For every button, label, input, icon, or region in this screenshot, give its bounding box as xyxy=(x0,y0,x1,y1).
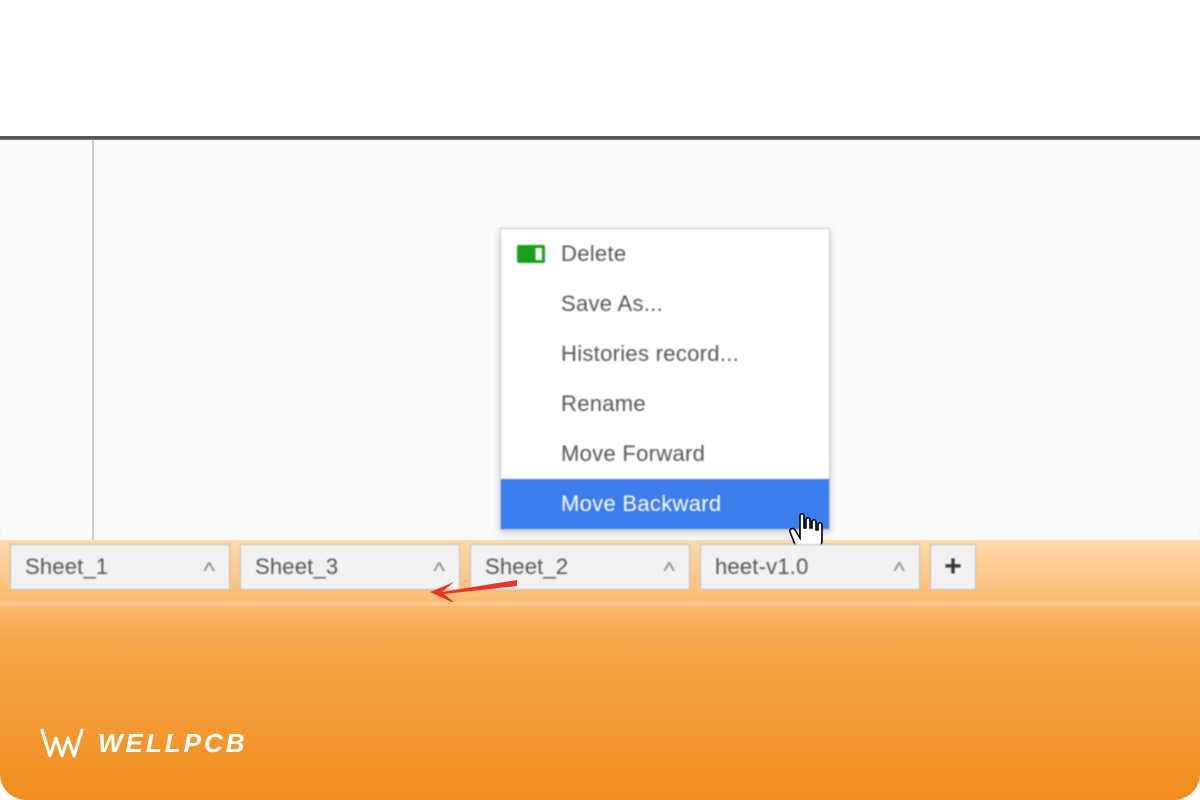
screenshot-card: Delete Save As... Histories record... Re… xyxy=(0,0,1200,800)
sheet-tab-label: Sheet_3 xyxy=(255,554,338,580)
sheet-tab-bar: Sheet_1 ˄ Sheet_3 ˄ Sheet_2 ˄ heet-v1.0 … xyxy=(10,544,976,590)
menu-item-label: Delete xyxy=(561,241,626,267)
menu-item-label: Histories record... xyxy=(561,341,739,367)
vertical-guide xyxy=(92,140,94,540)
sheet-tab-v1[interactable]: heet-v1.0 ˄ xyxy=(700,544,920,590)
menu-item-delete[interactable]: Delete xyxy=(501,229,829,279)
wellpcb-logo-icon xyxy=(40,726,84,760)
menu-item-label: Save As... xyxy=(561,291,663,317)
header-blank-area xyxy=(0,0,1200,136)
brand-text: WELLPCB xyxy=(98,728,248,759)
sheet-tab-3[interactable]: Sheet_3 ˄ xyxy=(240,544,460,590)
sheet-tab-2[interactable]: Sheet_2 ˄ xyxy=(470,544,690,590)
add-label: + xyxy=(944,550,962,584)
menu-item-label: Move Forward xyxy=(561,441,705,467)
sheet-tab-label: Sheet_2 xyxy=(485,554,568,580)
chevron-up-icon: ˄ xyxy=(203,557,217,578)
bottom-divider xyxy=(0,602,1200,606)
chevron-up-icon: ˄ xyxy=(663,557,677,578)
menu-item-histories-record[interactable]: Histories record... xyxy=(501,329,829,379)
sheet-tab-1[interactable]: Sheet_1 ˄ xyxy=(10,544,230,590)
menu-item-save-as[interactable]: Save As... xyxy=(501,279,829,329)
battery-icon xyxy=(517,245,545,263)
menu-item-rename[interactable]: Rename xyxy=(501,379,829,429)
add-sheet-button[interactable]: + xyxy=(930,544,976,590)
sheet-tab-label: Sheet_1 xyxy=(25,554,108,580)
sheet-context-menu: Delete Save As... Histories record... Re… xyxy=(500,228,830,530)
brand-watermark: WELLPCB xyxy=(40,726,248,760)
menu-item-move-backward[interactable]: Move Backward xyxy=(501,479,829,529)
chevron-up-icon: ˄ xyxy=(893,557,907,578)
menu-item-label: Move Backward xyxy=(561,491,721,517)
chevron-up-icon: ˄ xyxy=(433,557,447,578)
menu-item-label: Rename xyxy=(561,391,646,417)
sheet-tab-label: heet-v1.0 xyxy=(715,554,809,580)
menu-item-move-forward[interactable]: Move Forward xyxy=(501,429,829,479)
